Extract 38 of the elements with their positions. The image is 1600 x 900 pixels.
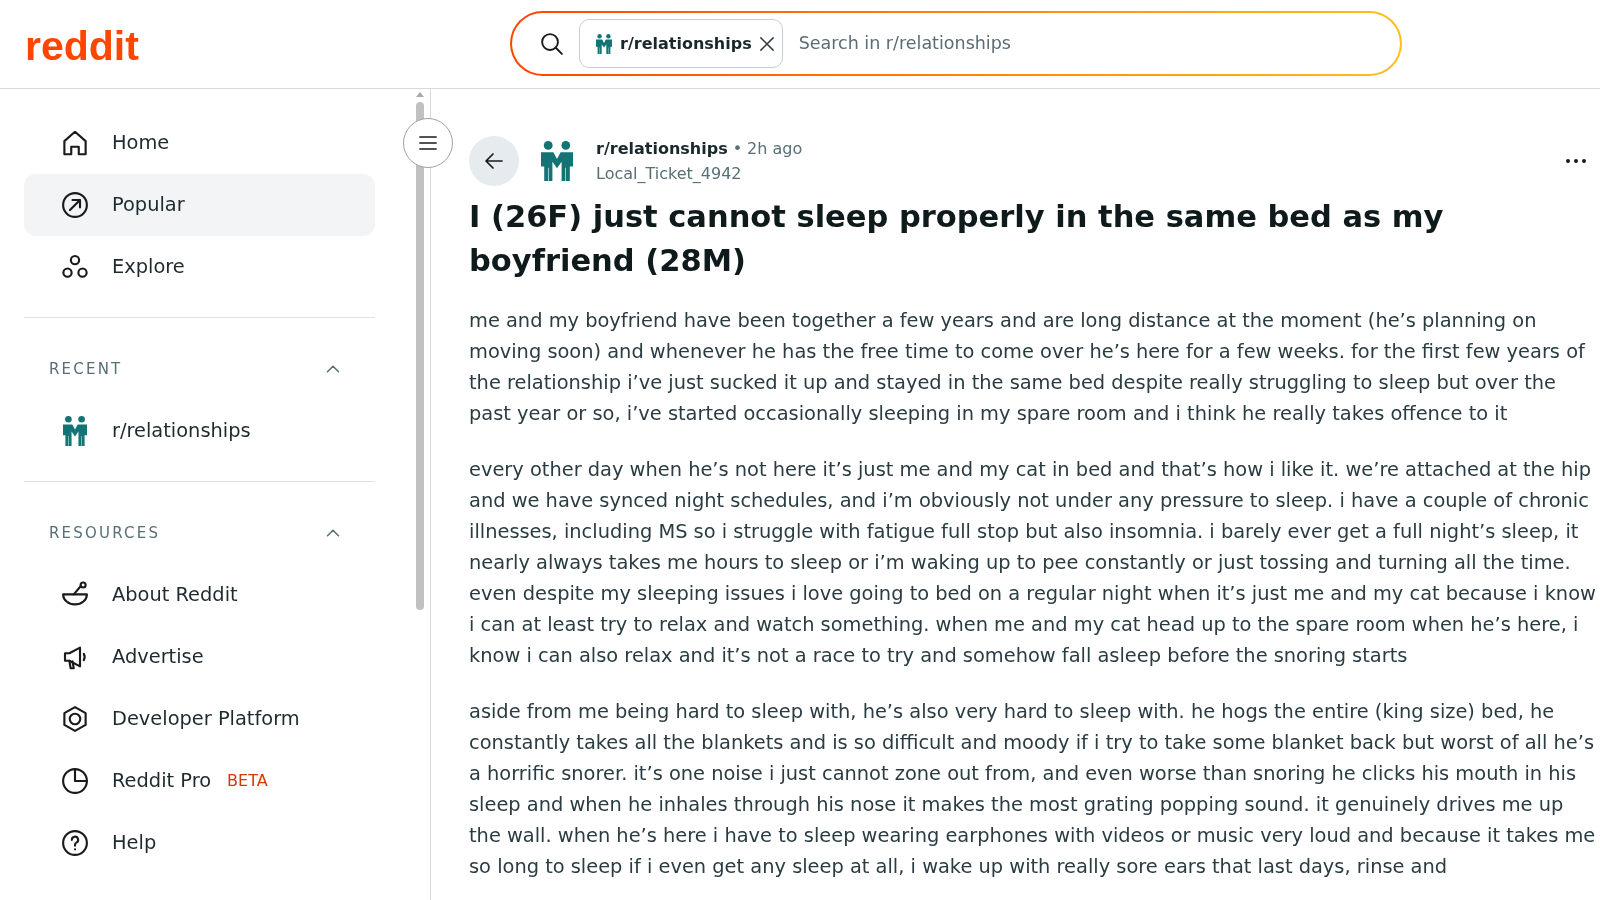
- section-title: RESOURCES: [49, 522, 161, 544]
- sidebar-item[interactable]: Reddit Pro BETA: [24, 750, 375, 812]
- sidebar-item[interactable]: Popular: [24, 174, 375, 236]
- beta-label: BETA: [227, 770, 268, 792]
- author-link[interactable]: Local_Ticket_4942: [596, 161, 803, 186]
- people-icon: [541, 141, 573, 181]
- home-icon: [60, 128, 90, 158]
- people-icon: [596, 33, 612, 54]
- remove-chip-button[interactable]: [759, 36, 774, 51]
- sidebar-item[interactable]: Home: [24, 112, 375, 174]
- close-icon: [759, 36, 774, 51]
- more-icon: [1566, 159, 1586, 163]
- help-icon: [60, 828, 90, 858]
- menu-button[interactable]: [403, 118, 453, 168]
- back-button[interactable]: [469, 136, 519, 186]
- sidebar-item[interactable]: Help: [24, 812, 375, 874]
- sidebar-item[interactable]: Developer Platform: [24, 688, 375, 750]
- post-paragraph: every other day when he’s not here it’s just me and my cat in bed and that’s how i like it. we’re attached at the hip and we have synced night schedules, and i’m obviously not under any pressure to sleep. i have a couple of chronic illnesses, including MS so i struggle with fatigue full stop but also insomnia. i barely ever get a full night’s sleep, it nearly always takes me hours to sleep or i’m waking up to pee constantly or just tossing and turning all the time. even despite my sleeping issues i love going to bed on a regular night when it’s just me and my cat because i know i can at least try to relax and watch something. when me and my cat head up to the spare room when he’s here, i know i can also relax and it’s not a race to try and somehow fall asleep before the snoring starts: [469, 457, 1597, 669]
- sidebar-item[interactable]: r/relationships: [24, 400, 375, 462]
- post-paragraph: aside from me being hard to sleep with, he’s also very hard to sleep with. he hogs the entire (king size) bed, he constantly takes all the blankets and is so difficult and moody if i try to take some blanket back but worst of all he’s a horrific snorer. it’s one noise i just cannot zone out from, and even worse than snoring he clicks his mouth in his sleep and when he inhales through his nose it makes the most grating popping sound. it genuinely drives me up the wall. when he’s here i have to sleep wearing earphones with videos or music very loud and because it takes me so long to sleep if i even get any sleep at all, i wake up with really sore ears that last days, rinse and: [469, 699, 1597, 880]
- hexagon-icon: [60, 704, 90, 734]
- people-icon: [60, 416, 90, 446]
- sidebar-item[interactable]: About Reddit: [24, 564, 375, 626]
- pie-chart-icon: [60, 766, 90, 796]
- section-title: RECENT: [49, 358, 123, 380]
- search-field[interactable]: Search in r/relationships: [796, 29, 1390, 58]
- scroll-up-arrow-icon: [416, 92, 424, 97]
- post-time: 2h ago: [747, 138, 803, 160]
- sidebar-item[interactable]: Advertise: [24, 626, 375, 688]
- sidebar-item[interactable]: Explore: [24, 236, 375, 298]
- post-title: I (26F) just cannot sleep properly in the same bed as my boyfriend (28M): [469, 198, 1445, 280]
- meta-separator: •: [732, 138, 743, 160]
- post-paragraph: me and my boyfriend have been together a few years and are long distance at the moment (he’s planning on moving soon) and whenever he has the free time to come over he’s here for a few weeks. for the first few years of the relationship i’ve just sucked it up and stayed in the same bed despite really struggling to sleep but over the past year or so, i’ve started occasionally sleeping in my spare room and i think he really takes offence to it: [469, 308, 1587, 427]
- more-options-button[interactable]: [1566, 159, 1586, 163]
- scrollbar-thumb[interactable]: [416, 102, 424, 610]
- subreddit-link[interactable]: r/relationships: [596, 136, 728, 161]
- subreddit-chip[interactable]: r/relationships: [579, 19, 783, 68]
- search-icon: [541, 32, 563, 55]
